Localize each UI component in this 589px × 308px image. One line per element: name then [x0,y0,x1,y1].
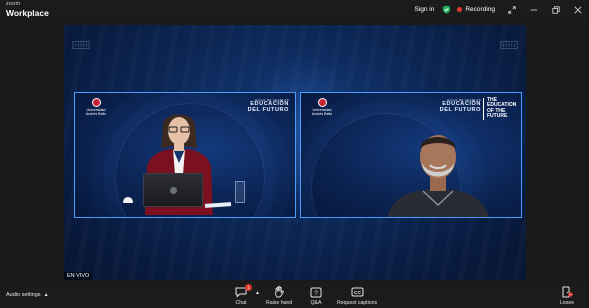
event-title-line2: DEL FUTURO [247,106,289,113]
qa-button[interactable]: ? Q&A [309,286,323,306]
closed-captions-icon: CC [350,286,364,298]
chat-icon: 1 [234,284,252,298]
raise-hand-button[interactable]: Raise hand [266,286,292,306]
svg-text:?: ? [314,290,318,297]
fullscreen-icon[interactable] [501,0,523,19]
laptop-logo-icon [170,187,177,194]
university-seal-icon [91,98,101,107]
university-logo: Universidad Andrés Bello [82,98,110,116]
water-glass-image [235,181,245,203]
zoom-window: zoom Workplace Sign in Recording Univers… [0,0,589,308]
university-logo-text: Universidad Andrés Bello [85,108,107,116]
chat-label: Chat [235,300,247,306]
english-title-line2: OF THE FUTURE [487,107,508,120]
recording-label: Recording [465,6,495,13]
restore-icon[interactable] [545,0,567,19]
meeting-stage: Universidad Andrés Bello CICLO DE CHARLA… [0,19,589,283]
faint-logo-left-icon [72,40,90,50]
brand-workplace-text: Workplace [6,7,49,18]
recording-dot-icon [457,7,463,12]
request-captions-label: Request captions [337,300,378,306]
event-title-block: CICLO DE CHARLAS EDUCACIÓN DEL FUTURO [440,98,481,113]
video-tile-guest[interactable]: Universidad Andrés Bello CICLO DE CHARLA… [300,92,522,218]
video-tile-host[interactable]: Universidad Andrés Bello CICLO DE CHARLA… [74,92,296,218]
audio-settings-button[interactable]: Audio settings ▲ [6,292,49,298]
qa-label: Q&A [310,300,322,306]
svg-text:CC: CC [354,290,361,296]
shield-check-icon[interactable] [442,5,451,14]
raise-hand-icon [272,286,286,298]
chat-button[interactable]: 1 Chat [234,284,252,306]
title-bar-controls: Sign in Recording [414,0,589,19]
meeting-toolbar: Audio settings ▲ 1 Chat ▲ Raise hand ? Q… [0,283,589,308]
sign-in-button[interactable]: Sign in [414,6,434,13]
app-brand: zoom Workplace [6,1,49,18]
close-icon[interactable] [567,0,589,19]
live-label: EN VIVO [64,272,93,280]
brand-zoom-text: zoom [6,1,21,7]
university-logo: Universidad Andrés Bello [308,98,336,116]
shared-video-area: Universidad Andrés Bello CICLO DE CHARLA… [64,25,526,280]
event-title-block: CICLO DE CHARLAS EDUCACIÓN DEL FUTURO [248,98,289,113]
qa-icon: ? [309,286,323,298]
chevron-up-icon: ▲ [43,292,49,298]
request-captions-button[interactable]: CC Request captions [337,286,377,306]
laptop-image [143,173,203,207]
university-logo-text: Universidad Andrés Bello [311,108,333,116]
chat-options-chevron-icon[interactable]: ▲ [255,290,260,296]
leave-button[interactable]: Leave [560,286,574,306]
faint-logo-right-icon [500,40,518,50]
audio-settings-label: Audio settings [6,292,41,298]
title-bar: zoom Workplace Sign in Recording [0,0,589,19]
leave-label: Leave [560,300,575,306]
leave-door-icon [560,286,574,298]
recording-indicator[interactable]: Recording [457,6,495,13]
university-seal-icon [317,98,327,107]
guest-presenter-image [387,135,489,217]
chat-badge: 1 [245,284,252,291]
desk-object-image [123,197,133,203]
event-title-line2: DEL FUTURO [439,106,481,113]
minimize-icon[interactable] [523,0,545,19]
raise-hand-label: Raise hand [266,300,293,306]
english-title-block: THE EDUCATION OF THE FUTURE [483,97,517,120]
